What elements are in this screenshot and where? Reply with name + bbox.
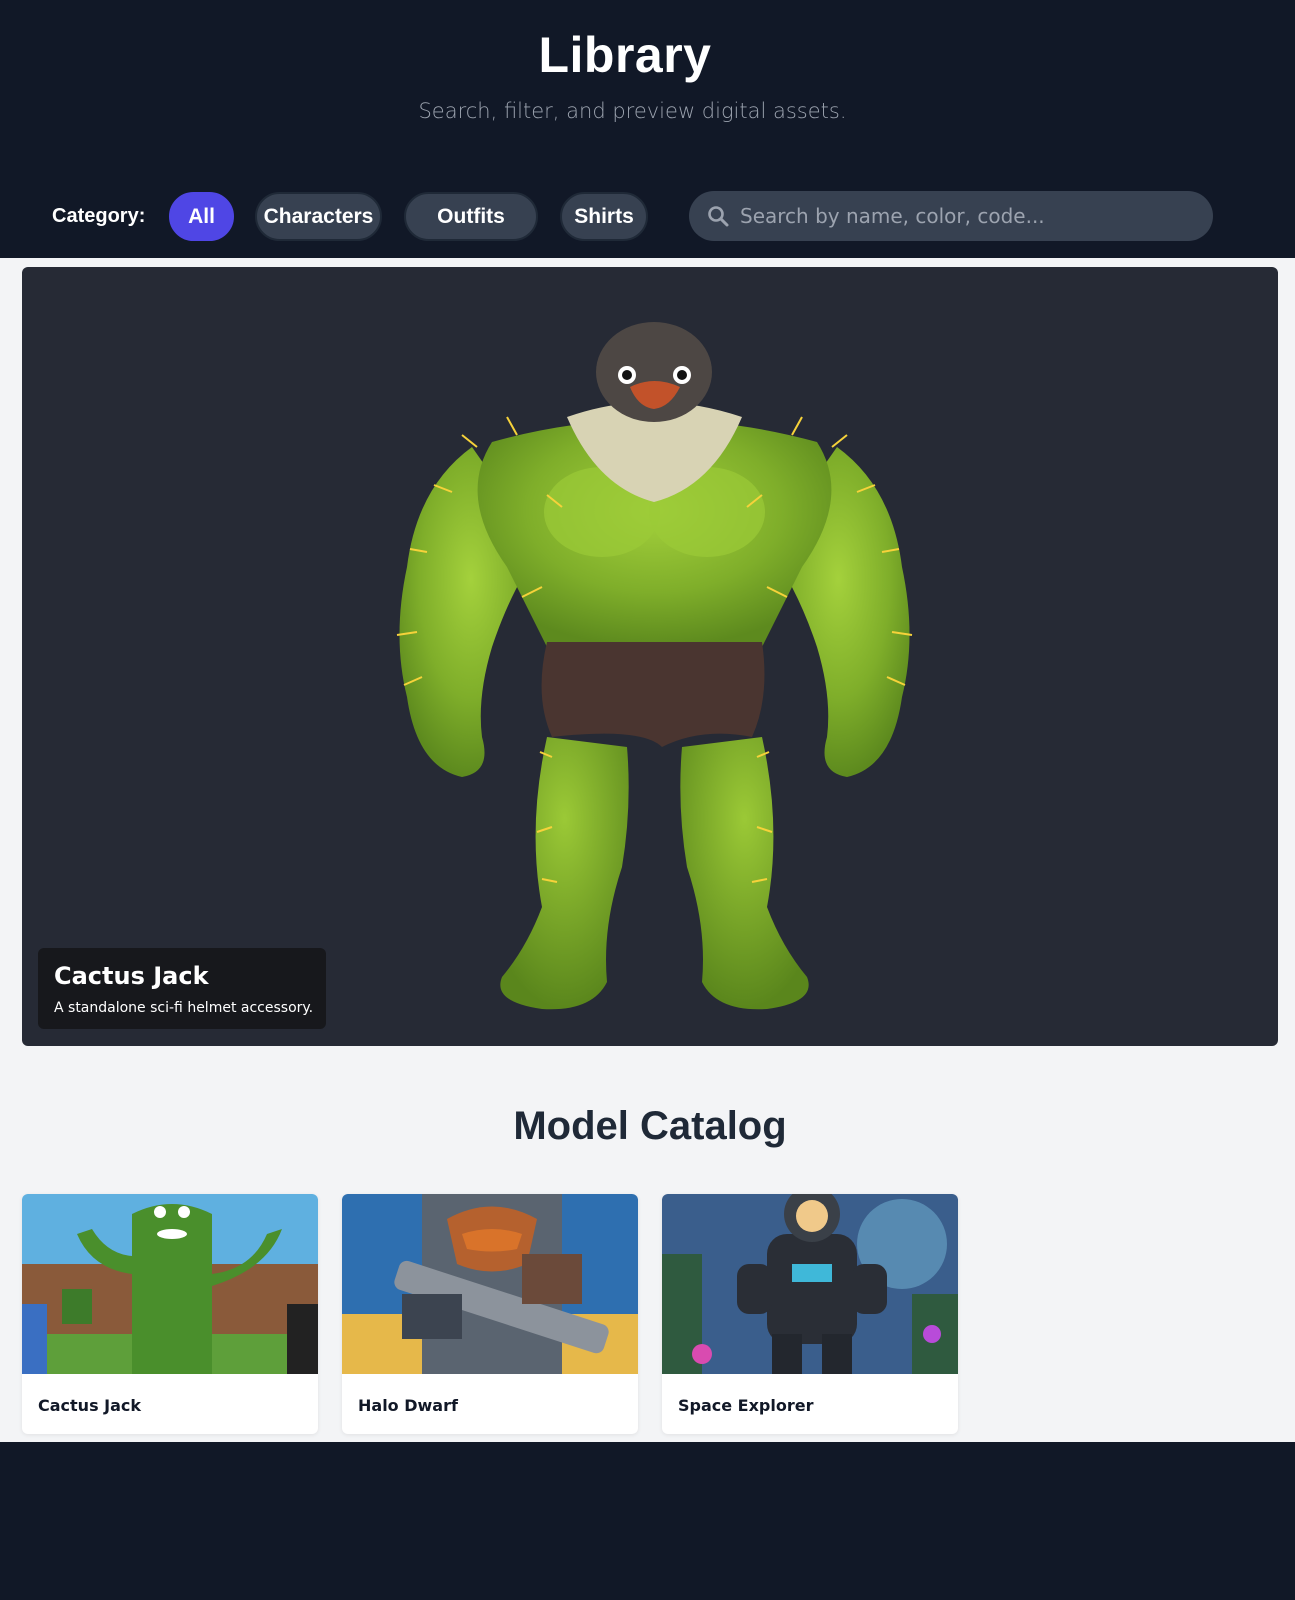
model-caption: Cactus Jack A standalone sci-fi helmet a… (38, 948, 326, 1029)
model-title: Cactus Jack (54, 962, 209, 990)
catalog-card-name: Space Explorer (678, 1396, 814, 1415)
main-content: Cactus Jack A standalone sci-fi helmet a… (0, 258, 1295, 1442)
category-pill-outfits[interactable]: Outfits (404, 192, 538, 241)
app-header: Library Search, filter, and preview digi… (0, 0, 1295, 258)
category-pill-all[interactable]: All (169, 192, 234, 241)
search-input[interactable] (740, 204, 1180, 228)
catalog-title: Model Catalog (513, 1104, 787, 1148)
catalog-card[interactable]: Cactus Jack (22, 1194, 318, 1434)
catalog-card[interactable]: Space Explorer (662, 1194, 958, 1434)
catalog-card-thumbnail (662, 1194, 958, 1374)
catalog-card-thumbnail (22, 1194, 318, 1374)
catalog-card-name: Cactus Jack (38, 1396, 142, 1415)
category-pill-shirts[interactable]: Shirts (560, 192, 648, 241)
model-viewer[interactable]: Cactus Jack A standalone sci-fi helmet a… (22, 267, 1278, 1046)
catalog-card[interactable]: Halo Dwarf (342, 1194, 638, 1434)
category-label: Category: (52, 205, 146, 227)
catalog-card-thumbnail (342, 1194, 638, 1374)
page-title: Library (538, 27, 712, 83)
catalog-card-name: Halo Dwarf (358, 1396, 458, 1415)
model-preview-image (396, 322, 913, 1010)
search-bar[interactable] (689, 191, 1213, 241)
model-description: A standalone sci-fi helmet accessory. (54, 1000, 314, 1016)
category-pill-characters[interactable]: Characters (255, 192, 382, 241)
search-icon (708, 206, 729, 227)
page-subtitle: Search, filter, and preview digital asse… (418, 99, 847, 123)
